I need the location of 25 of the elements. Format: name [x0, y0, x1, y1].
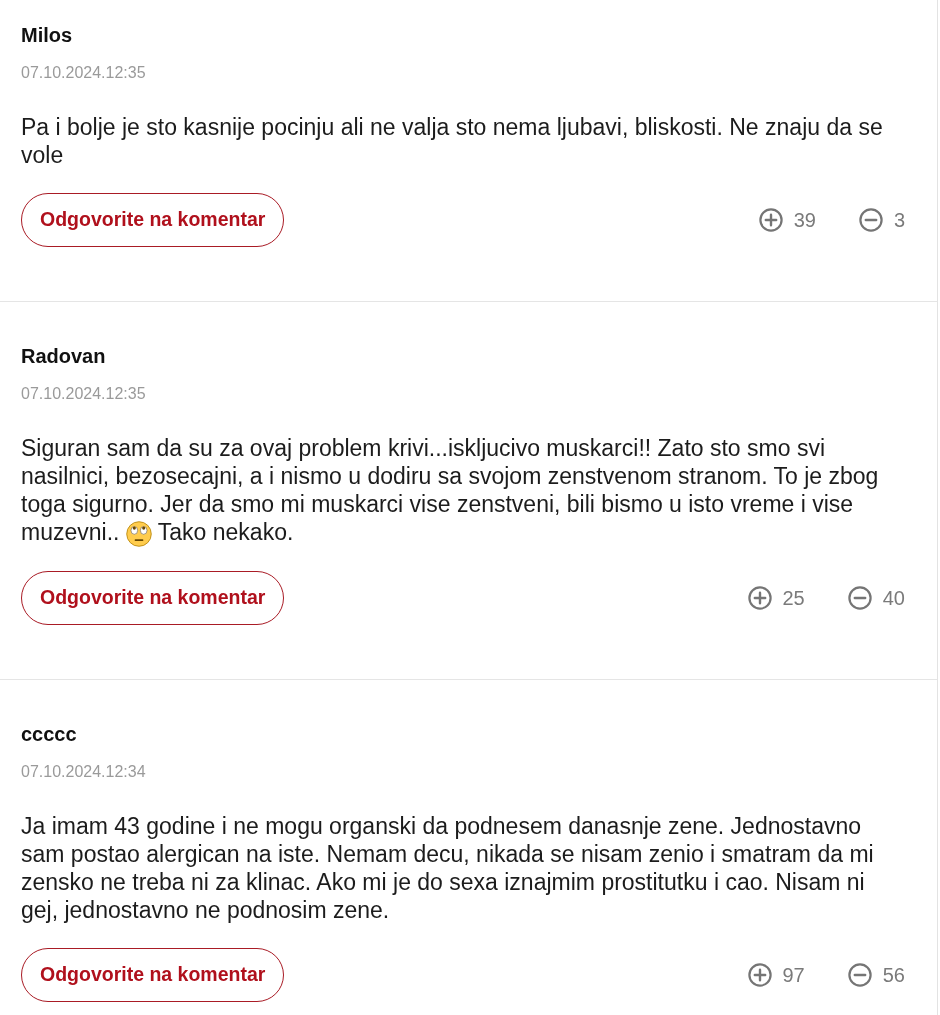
plus-circle-icon[interactable]	[747, 963, 772, 987]
comment-text: Pa i bolje je sto kasnije pocinju ali ne valja sto nema ljubavi, bliskosti. Ne znaju da se vole	[21, 113, 884, 169]
minus-circle-icon[interactable]	[847, 963, 872, 987]
minus-circle-icon[interactable]	[858, 208, 883, 232]
plus-circle-icon[interactable]	[758, 208, 783, 232]
comment-timestamp: 07.10.2024.12:35	[21, 384, 147, 404]
downvote-count: 40	[882, 586, 905, 610]
downvote-count: 3	[893, 208, 905, 232]
comment-text: Ja imam 43 godine i ne mogu organski da podnesem danasnje zene. Jednostavno sam postao alergican na iste. Nemam decu, nikada se nisam zenio i smatram da mi zensko ne treba ni za klinac. Ako mi je do sexa iznajmim prostitutku i cao. Nisam ni gej, jednostavno ne podnosim zene.	[21, 812, 875, 924]
rolling-eyes-emoji-icon	[125, 521, 152, 547]
reply-button[interactable]: Odgovorite na komentar	[21, 571, 285, 625]
author-name: ccccc	[21, 722, 78, 747]
author-name: Radovan	[21, 344, 107, 369]
comment-text: Siguran sam da su za ovaj problem krivi...iskljucivo muskarci!! Zato sto smo svi nasilnici, bezosecajni, a i nismo u dodiru sa svojom zenstvenom stranom. To je zbog toga sigurno. Jer da smo mi muskarci vise zenstveni, bili bismo u isto vreme i vise muzevni.. Tako nekako.	[21, 434, 880, 547]
minus-circle-icon[interactable]	[847, 586, 872, 610]
reply-button[interactable]: Odgovorite na komentar	[21, 193, 285, 247]
comment-timestamp: 07.10.2024.12:35	[21, 63, 147, 83]
author-name: Milos	[21, 23, 74, 48]
upvote-count: 39	[793, 208, 816, 232]
plus-circle-icon[interactable]	[747, 586, 772, 610]
downvote-count: 56	[882, 963, 905, 987]
upvote-count: 97	[782, 963, 805, 987]
upvote-count: 25	[782, 586, 805, 610]
comment-timestamp: 07.10.2024.12:34	[21, 762, 147, 782]
reply-button[interactable]: Odgovorite na komentar	[21, 948, 285, 1002]
